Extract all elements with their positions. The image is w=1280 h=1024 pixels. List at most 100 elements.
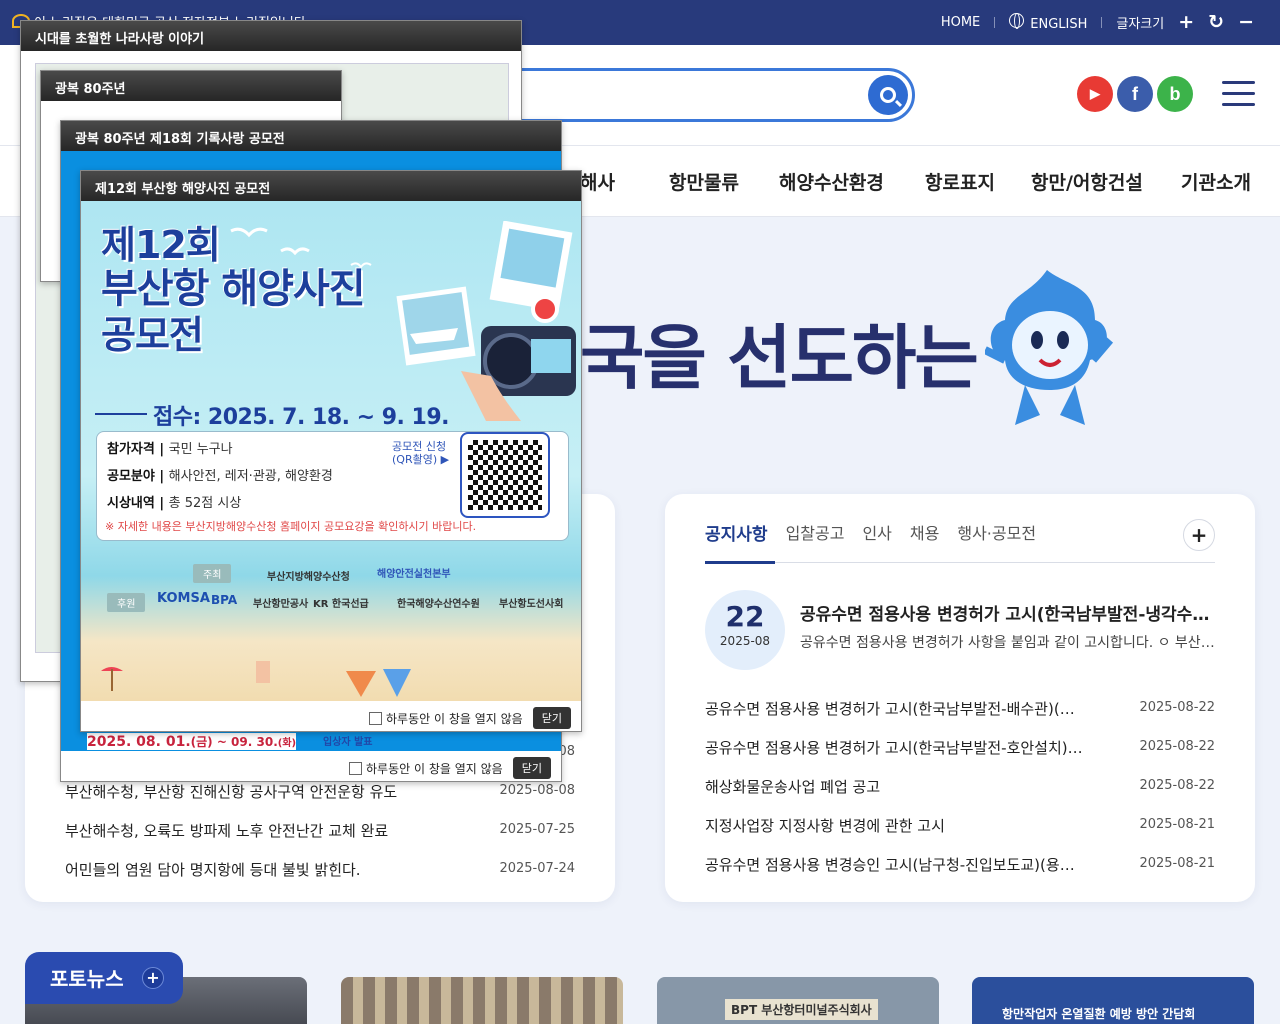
- mascot-image: [985, 270, 1114, 425]
- blog-icon[interactable]: b: [1157, 76, 1193, 112]
- popup-window-4: 제12회 부산항 해양사진 공모전 제12회 부산항 해양사진 공모전 접수: …: [80, 170, 582, 732]
- photo-thumb-3[interactable]: BPT 부산항터미널주식회사: [657, 977, 939, 1024]
- nav-item-aids-to-navigation[interactable]: 항로표지: [925, 168, 995, 195]
- tab-personnel[interactable]: 인사: [862, 520, 891, 545]
- notice-title: 공유수면 점용사용 변경허가 고시(한국남부발전-호안설치)(감천동): [705, 739, 1085, 757]
- qr-code-icon[interactable]: [460, 432, 550, 518]
- search-button[interactable]: [868, 75, 908, 115]
- field-value: 해사안전, 레저·관광, 해양환경: [168, 469, 333, 484]
- font-reset-icon[interactable]: ↻: [1208, 13, 1224, 32]
- notice-date: 2025-08-21: [1139, 817, 1215, 832]
- facebook-glyph: f: [1132, 83, 1138, 104]
- notice-title: 공유수면 점용사용 변경승인 고시(남구청-진입보도교)(용호동): [705, 856, 1085, 874]
- list-item[interactable]: 어민들의 염원 담아 명지항에 등대 불빛 밝힌다. 2025-07-24: [65, 859, 575, 883]
- divider: [994, 17, 996, 28]
- list-item[interactable]: 공유수면 점용사용 변경승인 고시(남구청-진입보도교)(용호동) 2025-08…: [705, 854, 1215, 878]
- nav-item-ocean-environment[interactable]: 해양수산환경: [779, 168, 884, 195]
- nav-item-port-construction[interactable]: 항만/어항건설: [1031, 168, 1143, 195]
- nav-item-maritime[interactable]: 해사: [580, 168, 615, 195]
- cruise-ship-icon: [396, 286, 476, 366]
- hero-slogan: 국을 선도하는: [580, 317, 979, 399]
- no-show-checkbox[interactable]: [369, 711, 382, 725]
- featured-desc: 공유수면 점용사용 변경허가 사항을 붙임과 같이 고시합니다. ㅇ 부산광역시: [800, 635, 1215, 651]
- poster-dates: 2025. 08. 01.(금) ~ 09. 30.(화): [87, 733, 297, 750]
- date-badge: 22 2025-08: [705, 590, 785, 670]
- poster-date-end: (화): [277, 738, 297, 749]
- poster-info-box: 참가자격 | 국민 누구나 공모분야 | 해사안전, 레저·관광, 해양환경 시…: [96, 431, 569, 541]
- press-title: 어민들의 염원 담아 명지항에 등대 불빛 밝힌다.: [65, 861, 361, 879]
- tab-events[interactable]: 행사·공모전: [957, 520, 1036, 545]
- list-item[interactable]: 부산해수청, 오륙도 방파제 노후 안전난간 교체 완료 2025-07-25: [65, 820, 575, 844]
- nav-item-about[interactable]: 기관소개: [1181, 168, 1251, 195]
- sponsor-bpa: BPA: [211, 593, 238, 607]
- no-show-label: 하루동안 이 창을 열지 않음: [366, 761, 503, 776]
- popup-footer: 하루동안 이 창을 열지 않음 닫기: [369, 707, 571, 729]
- notice-title: 지정사업장 지정사항 변경에 관한 고시: [705, 817, 945, 835]
- popup-title: 광복 80주년: [41, 71, 341, 101]
- font-minus-icon[interactable]: −: [1238, 13, 1254, 32]
- utility-menu: HOME ENGLISH 글자크기 + ↻ −: [941, 0, 1280, 45]
- menu-hamburger-icon[interactable]: [1222, 81, 1255, 107]
- notice-date: 2025-08-22: [1139, 778, 1215, 793]
- facebook-icon[interactable]: f: [1117, 76, 1153, 112]
- field-label: 공모분야 |: [107, 469, 165, 484]
- tab-recruit[interactable]: 채용: [910, 520, 939, 545]
- popup-title: 제12회 부산항 해양사진 공모전: [81, 171, 581, 201]
- tab-divider: [705, 562, 1215, 563]
- press-date: 2025-07-25: [499, 822, 575, 837]
- press-date: 2025-07-24: [499, 861, 575, 876]
- poster-date-mid: (금) ~ 09. 30.: [190, 735, 278, 749]
- eligibility-value: 국민 누구나: [168, 442, 233, 457]
- field-row: 공모분야 | 해사안전, 레저·관광, 해양환경: [107, 465, 333, 484]
- featured-notice[interactable]: 22 2025-08 공유수면 점용사용 변경허가 고시(한국남부발전-냉각수관…: [705, 590, 1215, 670]
- search-box[interactable]: [470, 68, 915, 122]
- press-title: 부산해수청, 부산항 진해신항 공사구역 안전운항 유도: [65, 783, 398, 801]
- tab-active-indicator: [705, 561, 775, 564]
- beach-illustration-icon: [101, 661, 411, 697]
- date-month: 2025-08: [719, 634, 771, 648]
- prize-value: 총 52점 시상: [168, 496, 242, 511]
- globe-icon: [1009, 13, 1025, 29]
- receipt-line: [95, 413, 147, 415]
- list-item[interactable]: 공유수면 점용사용 변경허가 고시(한국남부발전-배수관)(감천동 일원) 202…: [705, 698, 1215, 722]
- prize-row: 시상내역 | 총 52점 시상: [107, 492, 241, 511]
- popup-close-button[interactable]: 닫기: [532, 707, 571, 729]
- list-item[interactable]: 공유수면 점용사용 변경허가 고시(한국남부발전-호안설치)(감천동) 2025-…: [705, 737, 1215, 761]
- featured-title: 공유수면 점용사용 변경허가 고시(한국남부발전-냉각수관): [800, 605, 1215, 625]
- notice-date: 2025-08-22: [1139, 700, 1215, 715]
- photo-news-title: 포토뉴스: [50, 967, 124, 991]
- youtube-icon[interactable]: ▶: [1077, 76, 1113, 112]
- tab-bid[interactable]: 입찰공고: [786, 520, 845, 545]
- host-tag: 주최: [193, 564, 232, 583]
- search-icon: [880, 87, 896, 103]
- list-item[interactable]: 지정사업장 지정사항 변경에 관한 고시 2025-08-21: [705, 815, 1215, 839]
- sponsor-pilots: 부산항도선사회: [499, 599, 564, 610]
- poster-note: ※ 자세한 내용은 부산지방해양수산청 홈페이지 공모요강을 확인하시기 바랍니…: [105, 520, 477, 533]
- search-input[interactable]: [493, 83, 823, 107]
- home-link[interactable]: HOME: [941, 15, 980, 30]
- popup-close-button[interactable]: 닫기: [512, 757, 551, 779]
- host-org-1: 부산지방해양수산청: [267, 572, 350, 583]
- host-org-2: 해양안전실천본부: [377, 569, 451, 580]
- press-title: 부산해수청, 오륙도 방파제 노후 안전난간 교체 완료: [65, 822, 389, 840]
- notice-date: 2025-08-22: [1139, 739, 1215, 754]
- font-plus-icon[interactable]: +: [1178, 13, 1194, 32]
- sponsor-kr: KR 한국선급: [313, 599, 369, 610]
- photo-more-button[interactable]: +: [142, 967, 164, 989]
- poster-title-line1: 제12회: [101, 223, 221, 267]
- notice-title: 해상화물운송사업 폐업 공고: [705, 778, 881, 796]
- photo-caption: BPT 부산항터미널주식회사: [725, 999, 878, 1020]
- notice-card: 공지사항 입찰공고 인사 채용 행사·공모전 + 22 2025-08 공유수면…: [665, 494, 1255, 902]
- no-show-checkbox[interactable]: [349, 761, 362, 775]
- poster-receipt: 접수: 2025. 7. 18. ~ 9. 19.: [153, 405, 450, 430]
- list-item[interactable]: 부산해수청, 부산항 진해신항 공사구역 안전운항 유도 2025-08-08: [65, 781, 575, 805]
- contest-poster[interactable]: 제12회 부산항 해양사진 공모전 접수: 2025. 7. 18. ~ 9. …: [81, 201, 581, 701]
- nav-item-port-logistics[interactable]: 항만물류: [669, 168, 739, 195]
- notice-more-button[interactable]: +: [1183, 519, 1215, 551]
- photo-thumb-4[interactable]: 항만작업자 온열질환 예방 방안 간담회: [972, 977, 1254, 1024]
- notice-title: 공유수면 점용사용 변경허가 고시(한국남부발전-배수관)(감천동 일원): [705, 700, 1085, 718]
- photo-thumb-2[interactable]: [341, 977, 623, 1024]
- english-link[interactable]: ENGLISH: [1009, 13, 1087, 32]
- list-item[interactable]: 해상화물운송사업 폐업 공고 2025-08-22: [705, 776, 1215, 800]
- tab-notice[interactable]: 공지사항: [705, 520, 768, 545]
